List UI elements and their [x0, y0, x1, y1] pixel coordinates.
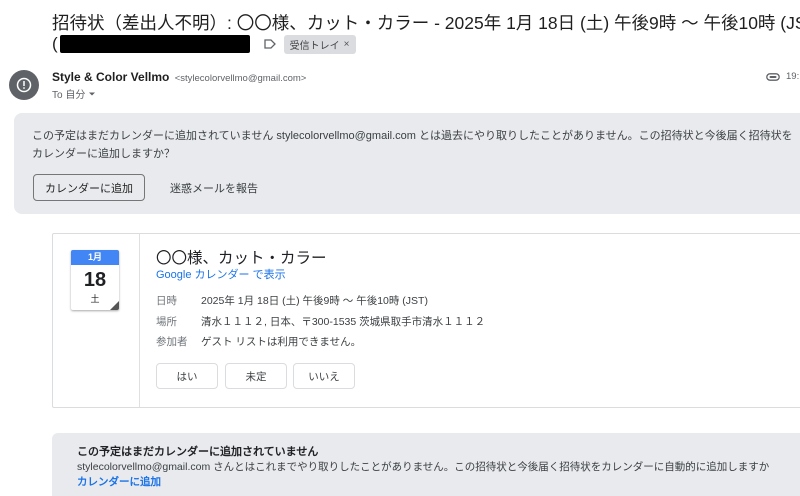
email-subject: 招待状（差出人不明）: 〇〇様、カット・カラー - 2025年 1月 18日 (…	[52, 13, 800, 33]
card-divider	[139, 234, 140, 407]
message-meta: 19:1	[766, 71, 800, 82]
message-time: 19:1	[786, 71, 800, 82]
calendar-month: 1月	[71, 250, 119, 265]
inbox-label-chip[interactable]: 受信トレイ ×	[283, 34, 356, 54]
dropdown-icon	[89, 92, 96, 95]
rsvp-no-button[interactable]: いいえ	[293, 363, 355, 389]
sender-name[interactable]: Style & Color Vellmo	[52, 70, 169, 84]
rsvp-yes-button[interactable]: はい	[156, 363, 218, 389]
notice-add-to-calendar-link[interactable]: カレンダーに追加	[77, 474, 161, 489]
redaction-bar	[59, 35, 250, 53]
event-title: 〇〇様、カット・カラー	[156, 250, 327, 267]
label-remove-button[interactable]: ×	[344, 39, 350, 50]
sender-line: Style & Color Vellmo <stylecolorvellmo@g…	[52, 70, 306, 84]
place-label: 場所	[156, 316, 177, 328]
guests-label: 参加者	[156, 336, 188, 348]
banner-message: この予定はまだカレンダーに追加されていません stylecolorvellmo@…	[32, 130, 793, 160]
guests-value: ゲスト リストは利用できません。	[201, 336, 362, 348]
notice-title: この予定はまだカレンダーに追加されていません	[77, 446, 319, 458]
calendar-date-icon: 1月 18 土	[71, 250, 119, 310]
alert-icon	[16, 77, 32, 93]
sender-address: <stylecolorvellmo@gmail.com>	[174, 73, 307, 84]
label-arrow-icon[interactable]	[264, 38, 276, 50]
calendar-day: 18	[83, 269, 107, 291]
subject-paren: (	[52, 34, 58, 53]
subject-redacted-row: ( 受信トレイ ×	[52, 34, 356, 54]
report-spam-button[interactable]: 迷惑メールを報告	[170, 180, 258, 196]
recipient-toggle[interactable]: To 自分	[52, 86, 96, 101]
notice-body: stylecolorvellmo@gmail.com さんとはこれまでやり取りし…	[77, 461, 770, 473]
date-label: 日時	[156, 295, 177, 307]
add-to-calendar-button[interactable]: カレンダーに追加	[33, 174, 145, 201]
place-value[interactable]: 清水１１１２, 日本、〒300-1535 茨城県取手市清水１１１２	[201, 314, 485, 329]
date-value: 2025年 1月 18日 (土) 午後9時 ～ 午後10時 (JST)	[201, 295, 428, 307]
recipient-label: To 自分	[52, 90, 86, 101]
inbox-label-text: 受信トレイ	[289, 40, 340, 52]
attachment-icon	[766, 72, 780, 81]
page-fold-icon	[110, 301, 119, 310]
view-in-calendar-link[interactable]: Google カレンダー で表示	[156, 266, 286, 282]
rsvp-maybe-button[interactable]: 未定	[225, 363, 287, 389]
sender-avatar	[9, 70, 39, 100]
